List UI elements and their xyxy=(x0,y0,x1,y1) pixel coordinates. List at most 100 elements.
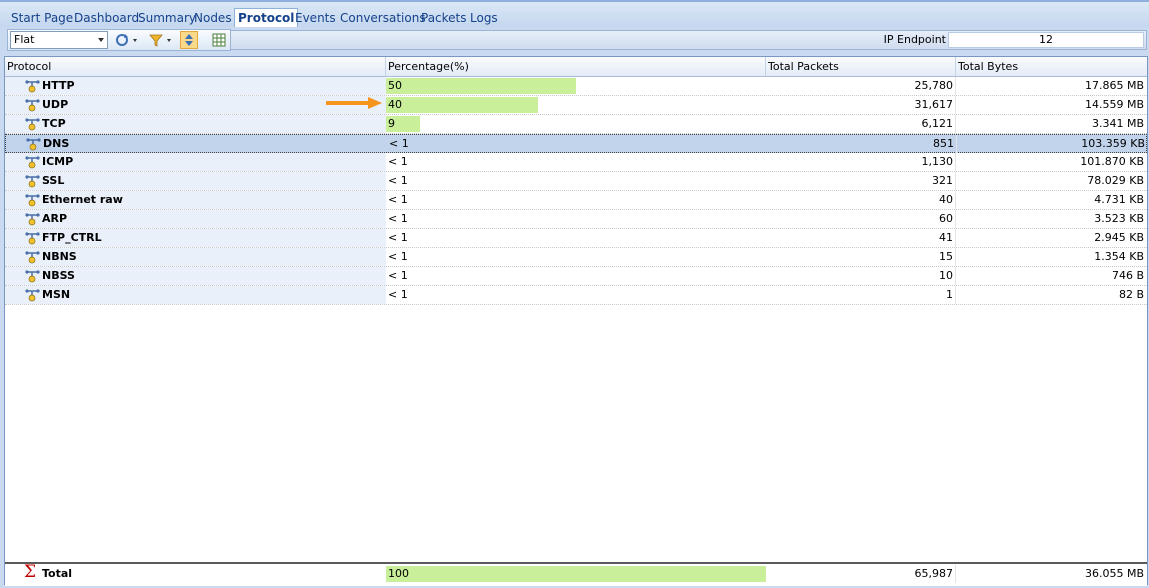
tab-conversations[interactable]: Conversations xyxy=(340,10,426,27)
network-node-icon xyxy=(25,232,40,245)
percentage-cell: 50 xyxy=(386,77,766,95)
total-packets-value: 851 xyxy=(767,135,957,153)
percentage-value: < 1 xyxy=(388,193,408,206)
protocol-name: HTTP xyxy=(42,79,75,92)
protocol-cell: MSN xyxy=(5,286,386,304)
protocol-name: DNS xyxy=(43,137,70,150)
network-node-icon xyxy=(25,99,40,112)
table-row[interactable]: DNS < 1 851 103.359 KB xyxy=(5,134,1147,153)
table-row[interactable]: ICMP < 1 1,130 101.870 KB xyxy=(5,153,1147,172)
table-row[interactable]: FTP_CTRL < 1 41 2.945 KB xyxy=(5,229,1147,248)
total-label-cell: Σ Total xyxy=(5,563,386,583)
filter-button[interactable] xyxy=(148,32,171,48)
total-percentage-cell: 100 xyxy=(386,565,766,583)
table-row[interactable]: NBSS < 1 10 746 B xyxy=(5,267,1147,286)
spreadsheet-button[interactable] xyxy=(211,32,227,48)
total-packets-value: 1,130 xyxy=(766,153,956,171)
tab-packets[interactable]: Packets xyxy=(421,10,467,27)
percentage-value: < 1 xyxy=(388,174,408,187)
protocol-cell: DNS xyxy=(6,135,387,153)
filter-icon xyxy=(149,34,163,47)
protocol-cell: Ethernet raw xyxy=(5,191,386,209)
network-node-icon xyxy=(25,80,40,93)
percentage-value: < 1 xyxy=(388,212,408,225)
toolbar: Flat IP Endpoint 12 xyxy=(4,27,1149,54)
table-row[interactable]: HTTP 50 25,780 17.865 MB xyxy=(5,77,1147,96)
percentage-cell: 40 xyxy=(386,96,766,114)
total-percentage: 100 xyxy=(388,567,409,580)
total-label: Total xyxy=(42,567,73,580)
protocol-name: SSL xyxy=(42,174,65,187)
endpoint-count: 12 xyxy=(948,32,1144,48)
tab-protocol[interactable]: Protocol xyxy=(234,8,299,28)
total-packets-value: 41 xyxy=(766,229,956,247)
tab-nodes[interactable]: Nodes xyxy=(194,10,232,27)
protocol-cell: NBSS xyxy=(5,267,386,285)
total-packets-value: 31,617 xyxy=(766,96,956,114)
total-packets-value: 60 xyxy=(766,210,956,228)
percentage-cell: < 1 xyxy=(386,267,766,285)
endpoint-bar: IP Endpoint 12 xyxy=(230,30,1147,50)
network-node-icon xyxy=(25,118,40,131)
total-bytes-value: 82 B xyxy=(1118,288,1144,301)
table-row[interactable]: Ethernet raw < 1 40 4.731 KB xyxy=(5,191,1147,210)
protocol-cell: ICMP xyxy=(5,153,386,171)
network-node-icon xyxy=(25,289,40,302)
tab-logs[interactable]: Logs xyxy=(470,10,498,27)
refresh-button[interactable] xyxy=(114,32,137,48)
table-row[interactable]: MSN < 1 1 82 B xyxy=(5,286,1147,305)
table-row[interactable]: SSL < 1 321 78.029 KB xyxy=(5,172,1147,191)
tab-events[interactable]: Events xyxy=(295,10,336,27)
network-node-icon xyxy=(25,213,40,226)
percentage-value: 50 xyxy=(388,79,402,92)
tab-summary[interactable]: Summary xyxy=(138,10,196,27)
total-bytes-value: 4.731 KB xyxy=(1094,193,1144,206)
total-packets-value: 40 xyxy=(766,191,956,209)
percentage-bar xyxy=(386,566,766,582)
percentage-cell: < 1 xyxy=(386,286,766,304)
tab-dashboard[interactable]: Dashboard xyxy=(74,10,139,27)
column-header-percentage[interactable]: Percentage(%) xyxy=(386,57,766,76)
dropdown-icon xyxy=(167,39,171,42)
total-packets-value: 321 xyxy=(766,172,956,190)
column-header-total-bytes[interactable]: Total Bytes xyxy=(956,57,1147,76)
total-bytes-value: 3.523 KB xyxy=(1094,212,1144,225)
protocol-name: ICMP xyxy=(42,155,74,168)
annotation-arrow-icon xyxy=(326,97,382,109)
table-row[interactable]: ARP < 1 60 3.523 KB xyxy=(5,210,1147,229)
percentage-cell: < 1 xyxy=(386,172,766,190)
percentage-cell: < 1 xyxy=(386,191,766,209)
protocol-grid: Protocol Percentage(%) Total Packets Tot… xyxy=(4,56,1148,586)
protocol-cell: ARP xyxy=(5,210,386,228)
total-packets-value: 10 xyxy=(766,267,956,285)
protocol-name: Ethernet raw xyxy=(42,193,123,206)
view-mode-select[interactable]: Flat xyxy=(10,31,108,49)
table-row[interactable]: UDP 40 31,617 14.559 MB xyxy=(5,96,1147,115)
total-packets-value: 1 xyxy=(766,286,956,304)
total-packets: 65,987 xyxy=(766,565,956,583)
sort-icon xyxy=(185,34,193,46)
table-row[interactable]: NBNS < 1 15 1.354 KB xyxy=(5,248,1147,267)
network-node-icon xyxy=(25,251,40,264)
protocol-name: ARP xyxy=(42,212,68,225)
column-header-total-packets[interactable]: Total Packets xyxy=(766,57,956,76)
percentage-value: 40 xyxy=(388,98,402,111)
protocol-cell: SSL xyxy=(5,172,386,190)
protocol-cell: TCP xyxy=(5,115,386,133)
tab-strip: Start Page Dashboard Summary Nodes Protocol E… xyxy=(0,0,1149,28)
tab-start-page[interactable]: Start Page xyxy=(11,10,73,27)
sort-button[interactable] xyxy=(180,31,198,49)
column-header-protocol[interactable]: Protocol xyxy=(5,57,386,76)
total-bytes-value: 17.865 MB xyxy=(1084,79,1144,92)
total-packets-value: 6,121 xyxy=(766,115,956,133)
chevron-down-icon xyxy=(98,38,104,42)
protocol-name: FTP_CTRL xyxy=(42,231,102,244)
protocol-name: UDP xyxy=(42,98,69,111)
percentage-cell: 9 xyxy=(386,115,766,133)
total-packets-value: 25,780 xyxy=(766,77,956,95)
table-row[interactable]: TCP 9 6,121 3.341 MB xyxy=(5,115,1147,134)
total-bytes-value: 746 B xyxy=(1111,269,1144,282)
percentage-cell: < 1 xyxy=(387,135,767,153)
percentage-bar xyxy=(386,97,538,113)
percentage-value: < 1 xyxy=(389,137,409,150)
